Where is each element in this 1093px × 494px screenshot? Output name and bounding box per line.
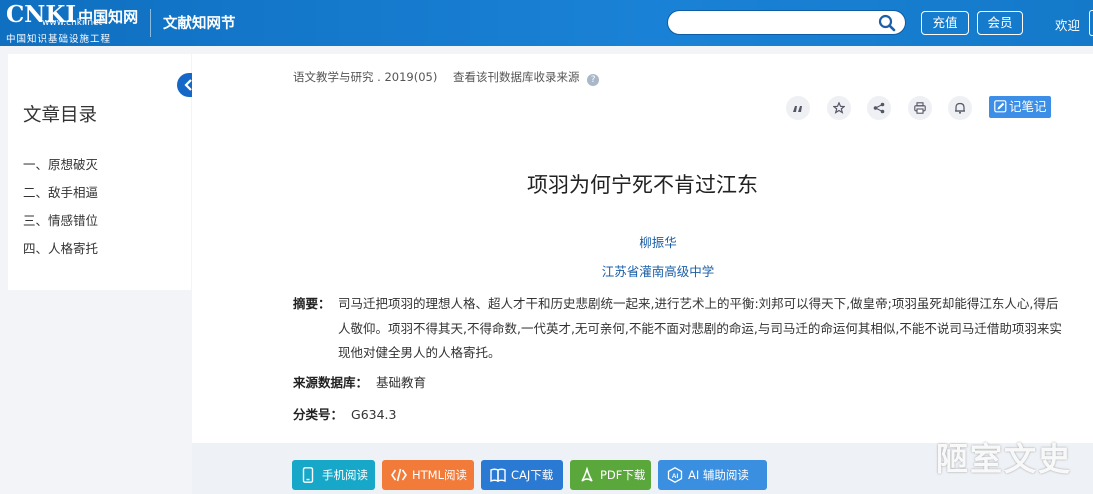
source-db-link[interactable]: 查看该刊数据库收录来源 bbox=[453, 70, 580, 84]
abstract-text: 司马迁把项羽的理想人格、超人才干和历史悲剧统一起来,进行艺术上的平衡:刘邦可以得… bbox=[338, 296, 1062, 360]
journal-source: 语文教学与研究 . 2019(05) 查看该刊数据库收录来源 ? bbox=[293, 69, 600, 86]
share-button[interactable] bbox=[867, 96, 891, 120]
source-database: 来源数据库： 基础教育 bbox=[293, 372, 426, 391]
ai-icon: AI bbox=[667, 467, 683, 483]
recharge-button[interactable]: 充值 bbox=[921, 11, 969, 35]
affiliation-link: 江苏省灌南高级中学 bbox=[601, 264, 715, 279]
author-link: 柳振华 bbox=[639, 235, 677, 250]
toc-title: 文章目录 bbox=[23, 105, 98, 126]
favorite-button[interactable] bbox=[827, 96, 851, 120]
abstract-label: 摘要： bbox=[293, 296, 331, 311]
svg-text:AI: AI bbox=[672, 473, 679, 480]
pdf-download-label: PDF下载 bbox=[600, 468, 646, 482]
toc-list: 一、原想破灭 二、敌手相逼 三、情感错位 四、人格寄托 bbox=[23, 158, 98, 270]
top-header: CNKI 中国知网 www.cnki.net 中国知识基础设施工程 文献知网节 充… bbox=[0, 0, 1093, 46]
print-button[interactable] bbox=[908, 96, 932, 120]
abstract: 摘要： 司马迁把项羽的理想人格、超人才干和历史悲剧统一起来,进行艺术上的平衡:刘… bbox=[293, 292, 1063, 366]
section-title: 文献知网节 bbox=[163, 16, 236, 32]
toc-item[interactable]: 四、人格寄托 bbox=[23, 242, 98, 270]
pdf-download-button[interactable]: PDF下载 bbox=[570, 460, 651, 490]
ai-assist-button[interactable]: AI AI 辅助阅读 bbox=[658, 460, 767, 490]
caj-download-button[interactable]: CAJ下载 bbox=[481, 460, 563, 490]
alert-button[interactable] bbox=[948, 96, 972, 120]
member-button[interactable]: 会员 bbox=[977, 11, 1023, 35]
source-database-label: 来源数据库： bbox=[293, 375, 369, 390]
quote-icon bbox=[793, 106, 802, 112]
classification-value: G634.3 bbox=[351, 407, 397, 422]
html-read-label: HTML阅读 bbox=[412, 468, 468, 482]
bell-icon bbox=[955, 102, 965, 114]
journal-issue[interactable]: . 2019(05) bbox=[377, 70, 437, 84]
toc-item[interactable]: 二、敌手相逼 bbox=[23, 186, 98, 214]
paper-title: 项羽为何宁死不肯过江东 bbox=[527, 173, 758, 197]
welcome-text: 欢迎 bbox=[1055, 18, 1081, 33]
classification-label: 分类号： bbox=[293, 407, 344, 422]
cnki-logo[interactable]: CNKI 中国知网 www.cnki.net 中国知识基础设施工程 bbox=[6, 2, 140, 46]
book-icon bbox=[490, 468, 506, 483]
toc-item[interactable]: 三、情感错位 bbox=[23, 214, 98, 242]
toc-sidebar: 文章目录 一、原想破灭 二、敌手相逼 三、情感错位 四、人格寄托 bbox=[8, 54, 191, 290]
edit-icon bbox=[994, 100, 1007, 113]
user-menu[interactable] bbox=[1089, 10, 1093, 36]
star-icon bbox=[833, 102, 845, 114]
header-divider bbox=[150, 9, 151, 37]
source-database-value: 基础教育 bbox=[376, 375, 427, 390]
toc-item[interactable]: 一、原想破灭 bbox=[23, 158, 98, 186]
take-notes-label: 记笔记 bbox=[1009, 99, 1047, 114]
mobile-read-label: 手机阅读 bbox=[322, 468, 368, 482]
help-icon[interactable]: ? bbox=[587, 74, 600, 86]
logo-subtitle: 中国知识基础设施工程 bbox=[6, 34, 112, 45]
code-icon bbox=[391, 468, 407, 482]
caj-download-label: CAJ下载 bbox=[511, 468, 554, 482]
watermark: 陋室文史 bbox=[936, 440, 1073, 478]
pdf-icon bbox=[581, 467, 593, 482]
share-icon bbox=[873, 102, 885, 114]
mobile-read-button[interactable]: 手机阅读 bbox=[292, 460, 375, 490]
article-panel: 语文教学与研究 . 2019(05) 查看该刊数据库收录来源 ? 记笔记 项羽为… bbox=[192, 54, 1093, 494]
search-icon[interactable] bbox=[878, 14, 896, 32]
journal-name[interactable]: 语文教学与研究 bbox=[293, 70, 374, 84]
classification: 分类号： G634.3 bbox=[293, 404, 397, 423]
html-read-button[interactable]: HTML阅读 bbox=[382, 460, 474, 490]
take-notes-button[interactable]: 记笔记 bbox=[989, 96, 1051, 118]
ai-assist-label: AI 辅助阅读 bbox=[688, 468, 749, 482]
phone-icon bbox=[302, 467, 314, 483]
quote-button[interactable] bbox=[786, 96, 810, 120]
search-input[interactable] bbox=[667, 10, 906, 35]
print-icon bbox=[914, 102, 926, 114]
logo-url: www.cnki.net bbox=[42, 18, 103, 28]
